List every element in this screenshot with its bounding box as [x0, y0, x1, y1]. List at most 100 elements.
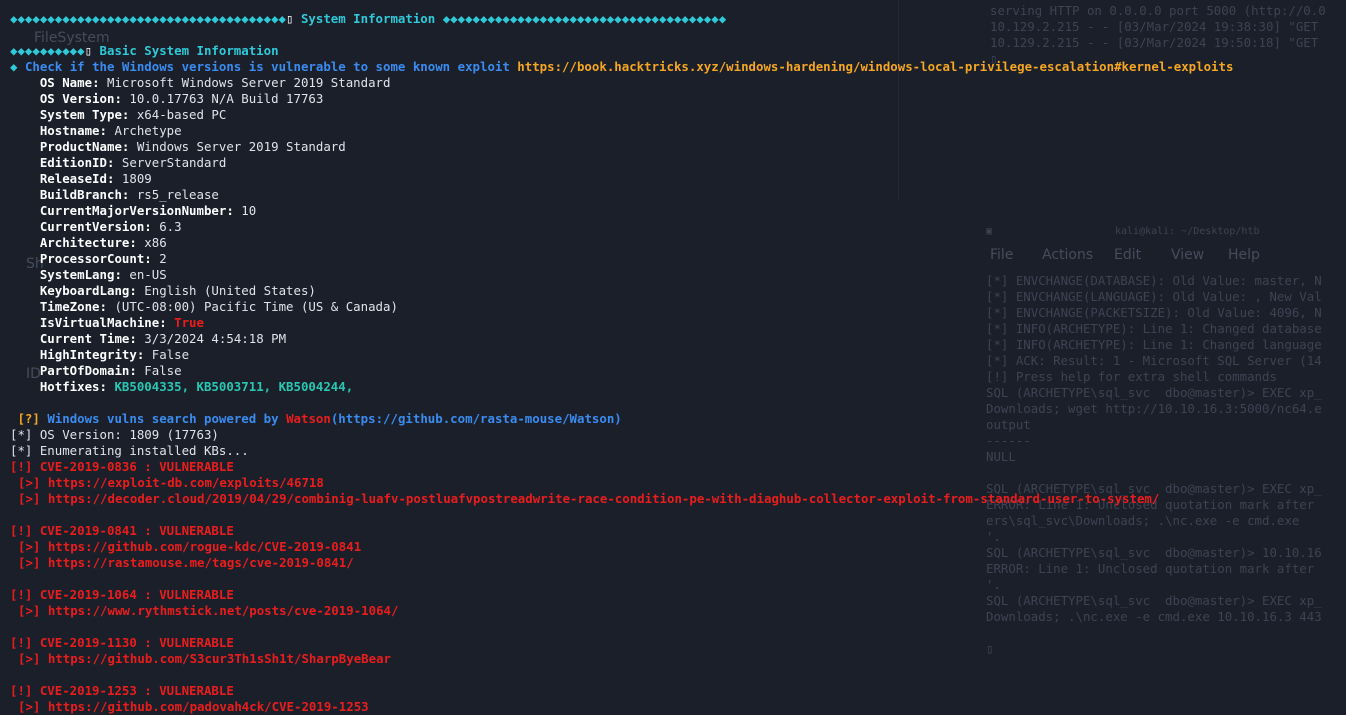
cve-reference-link[interactable]: [>] https://github.com/rogue-kdc/CVE-201…	[10, 539, 361, 555]
system-info-row: Hostname: Archetype	[10, 123, 182, 139]
system-info-value: (UTC-08:00) Pacific Time (US & Canada)	[114, 299, 398, 314]
system-info-colon: :	[144, 219, 160, 234]
system-info-row: Hotfixes: KB5004335, KB5003711, KB500424…	[10, 379, 353, 395]
system-info-colon: :	[129, 331, 145, 346]
system-info-key: ReleaseId	[39, 171, 107, 186]
system-info-row: CurrentVersion: 6.3	[10, 219, 182, 235]
system-info-row: System Type: x64-based PC	[10, 107, 227, 123]
system-info-key: Hotfixes	[39, 379, 100, 394]
system-info-value: ServerStandard	[121, 155, 227, 170]
system-info-value: 10	[241, 203, 257, 218]
system-info-colon: :	[226, 203, 242, 218]
system-info-colon: :	[121, 187, 137, 202]
cve-title: [!] CVE-2019-0841 : VULNERABLE	[10, 523, 234, 538]
system-info-row: PartOfDomain: False	[10, 363, 182, 379]
section-header-system-information: ◆◆◆◆◆◆◆◆◆◆◆◆◆◆◆◆◆◆◆◆◆◆◆◆◆◆◆◆◆◆◆◆◆◆◆◆◆▯ S…	[10, 11, 727, 26]
section-title: System Information	[300, 11, 436, 26]
watson-link[interactable]: (https://github.com/rasta-mouse/Watson)	[331, 411, 622, 426]
system-info-key: ProductName	[39, 139, 122, 154]
system-info-colon: :	[129, 363, 145, 378]
cve-title: [!] CVE-2019-1064 : VULNERABLE	[10, 587, 234, 602]
system-info-colon: :	[114, 91, 130, 106]
system-info-key: BuildBranch	[39, 187, 122, 202]
system-info-value: en-US	[129, 267, 167, 282]
system-info-key: PartOfDomain	[39, 363, 130, 378]
system-info-key: Hostname	[39, 123, 100, 138]
system-info-value: Microsoft Windows Server 2019 Standard	[106, 75, 391, 90]
system-info-row: ProductName: Windows Server 2019 Standar…	[10, 139, 346, 155]
system-info-key: KeyboardLang	[39, 283, 130, 298]
system-info-row: Current Time: 3/3/2024 4:54:18 PM	[10, 331, 286, 347]
system-info-colon: :	[106, 171, 122, 186]
system-info-colon: :	[121, 107, 137, 122]
cve-title: [!] CVE-2019-1253 : VULNERABLE	[10, 683, 234, 698]
system-info-value: 10.0.17763 N/A Build 17763	[129, 91, 324, 106]
system-info-colon: :	[99, 379, 115, 394]
system-info-value: Windows Server 2019 Standard	[136, 139, 346, 154]
cve-reference-link[interactable]: [>] https://rastamouse.me/tags/cve-2019-…	[10, 555, 354, 571]
system-info-row: BuildBranch: rs5_release	[10, 187, 219, 203]
system-info-key: ProcessorCount	[39, 251, 145, 266]
system-info-key: Current Time	[39, 331, 130, 346]
system-info-colon: :	[92, 75, 107, 90]
system-info-colon: :	[99, 299, 115, 314]
system-info-key: Architecture	[39, 235, 130, 250]
system-info-key: System Type	[39, 107, 122, 122]
system-info-key: EditionID	[39, 155, 107, 170]
watson-name: Watson	[286, 411, 331, 426]
terminal-output[interactable]: ◆◆◆◆◆◆◆◆◆◆◆◆◆◆◆◆◆◆◆◆◆◆◆◆◆◆◆◆◆◆◆◆◆◆◆◆◆▯ S…	[0, 0, 1346, 714]
system-info-value: 1809	[121, 171, 152, 186]
system-info-key: OS Name	[39, 75, 93, 90]
system-info-value: 6.3	[159, 219, 182, 234]
cve-reference-link[interactable]: [>] https://exploit-db.com/exploits/4671…	[10, 475, 324, 491]
cve-reference-link[interactable]: [>] https://github.com/padovah4ck/CVE-20…	[10, 699, 369, 715]
system-info-colon: :	[136, 347, 152, 362]
section-header-basic-system-information: ◆◆◆◆◆◆◆◆◆◆▯ Basic System Information	[10, 43, 279, 58]
system-info-colon: :	[144, 251, 160, 266]
system-info-row: CurrentMajorVersionNumber: 10	[10, 203, 256, 219]
system-info-key: HighIntegrity	[39, 347, 137, 362]
system-info-colon: :	[106, 155, 122, 170]
system-info-key: CurrentVersion	[39, 219, 145, 234]
system-info-row: ReleaseId: 1809	[10, 171, 152, 187]
system-info-row: ProcessorCount: 2	[10, 251, 167, 267]
cve-reference-link[interactable]: [>] https://github.com/S3cur3Th1sSh1t/Sh…	[10, 651, 391, 667]
system-info-colon: :	[129, 283, 145, 298]
system-info-value: English (United States)	[144, 283, 316, 298]
system-info-key: OS Version	[39, 91, 115, 106]
system-info-value: Archetype	[114, 123, 182, 138]
system-info-key: SystemLang	[39, 267, 115, 282]
system-info-row: KeyboardLang: English (United States)	[10, 283, 316, 299]
watson-header: [?] Windows vulns search powered by Wats…	[17, 411, 622, 426]
system-info-colon: :	[121, 139, 137, 154]
system-info-value: False	[144, 363, 182, 378]
system-info-value: KB5004335, KB5003711, KB5004244,	[114, 379, 354, 394]
system-info-key: TimeZone	[39, 299, 100, 314]
system-info-value: x86	[144, 235, 167, 250]
system-info-value: True	[174, 315, 204, 330]
system-info-value: rs5_release	[136, 187, 219, 202]
watson-enumerating: [*] Enumerating installed KBs...	[10, 443, 249, 458]
system-info-row: IsVirtualMachine: True	[10, 315, 204, 331]
cve-title: [!] CVE-2019-0836 : VULNERABLE	[10, 459, 234, 474]
system-info-colon: :	[114, 267, 130, 282]
section-title: Basic System Information	[99, 43, 279, 58]
system-info-colon: :	[99, 123, 115, 138]
system-info-row: EditionID: ServerStandard	[10, 155, 227, 171]
system-info-key: CurrentMajorVersionNumber	[39, 203, 227, 218]
system-info-colon: :	[159, 315, 175, 330]
cve-reference-link[interactable]: [>] https://decoder.cloud/2019/04/29/com…	[10, 491, 1159, 507]
system-info-row: OS Name: Microsoft Windows Server 2019 S…	[10, 75, 391, 91]
cve-title: [!] CVE-2019-1130 : VULNERABLE	[10, 635, 234, 650]
system-info-value: 2	[159, 251, 167, 266]
system-info-row: HighIntegrity: False	[10, 347, 189, 363]
cve-reference-link[interactable]: [>] https://www.rythmstick.net/posts/cve…	[10, 603, 398, 619]
system-info-colon: :	[129, 235, 145, 250]
system-info-value: x64-based PC	[136, 107, 227, 122]
system-info-row: Architecture: x86	[10, 235, 167, 251]
system-info-row: TimeZone: (UTC-08:00) Pacific Time (US &…	[10, 299, 398, 315]
kernel-exploit-hint: ◆ Check if the Windows versions is vulne…	[10, 59, 1234, 74]
hacktricks-link[interactable]: https://book.hacktricks.xyz/windows-hard…	[517, 59, 1233, 74]
system-info-value: 3/3/2024 4:54:18 PM	[144, 331, 287, 346]
system-info-row: OS Version: 10.0.17763 N/A Build 17763	[10, 91, 324, 107]
